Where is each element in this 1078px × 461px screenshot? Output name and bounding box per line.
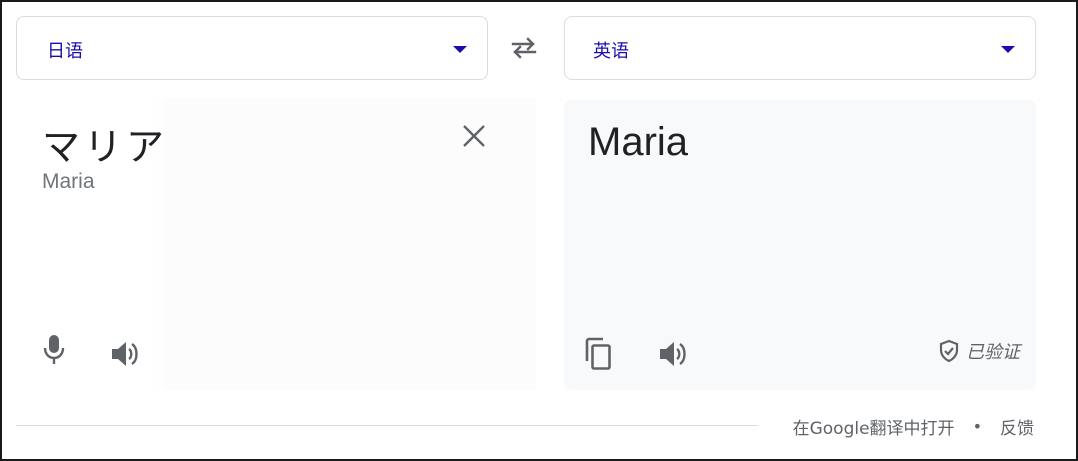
source-text-input[interactable]: マリア xyxy=(42,116,168,171)
close-icon xyxy=(463,125,485,147)
footer: 在Google翻译中打开 • 反馈 xyxy=(793,414,1034,439)
swap-languages-button[interactable] xyxy=(502,30,546,66)
copy-translation-button[interactable] xyxy=(580,334,616,374)
verified-label: 已验证 xyxy=(966,342,1020,363)
feedback-link[interactable]: 反馈 xyxy=(1000,414,1034,439)
footer-separator: • xyxy=(972,417,982,436)
speaker-icon xyxy=(660,342,686,366)
source-text-panel: マリア Maria xyxy=(16,98,536,390)
source-language-select[interactable]: 日语 xyxy=(16,16,488,80)
target-language-select[interactable]: 英语 xyxy=(564,16,1036,80)
listen-translation-button[interactable] xyxy=(656,336,692,372)
copy-icon xyxy=(585,337,611,370)
footer-divider xyxy=(16,425,758,426)
translation-output: Maria xyxy=(588,120,689,164)
microphone-icon xyxy=(43,335,65,364)
translation-panel: Maria 已验证 xyxy=(564,100,1036,390)
voice-input-button[interactable] xyxy=(36,332,72,368)
listen-source-button[interactable] xyxy=(108,336,144,372)
clear-source-button[interactable] xyxy=(456,118,492,154)
chevron-down-icon xyxy=(1001,46,1015,53)
shield-check-icon xyxy=(939,339,959,363)
target-language-label: 英语 xyxy=(593,41,629,62)
translate-widget: 日语 英语 マリア Maria Maria 已验证 在Google翻译中打开 •… xyxy=(0,0,1078,461)
source-language-label: 日语 xyxy=(47,41,83,62)
verified-badge[interactable]: 已验证 xyxy=(938,338,1020,364)
chevron-down-icon xyxy=(453,46,467,53)
speaker-icon xyxy=(112,342,138,366)
open-in-google-translate-link[interactable]: 在Google翻译中打开 xyxy=(793,414,955,439)
source-romanization: Maria xyxy=(42,170,95,193)
swap-arrows-icon xyxy=(511,37,537,59)
